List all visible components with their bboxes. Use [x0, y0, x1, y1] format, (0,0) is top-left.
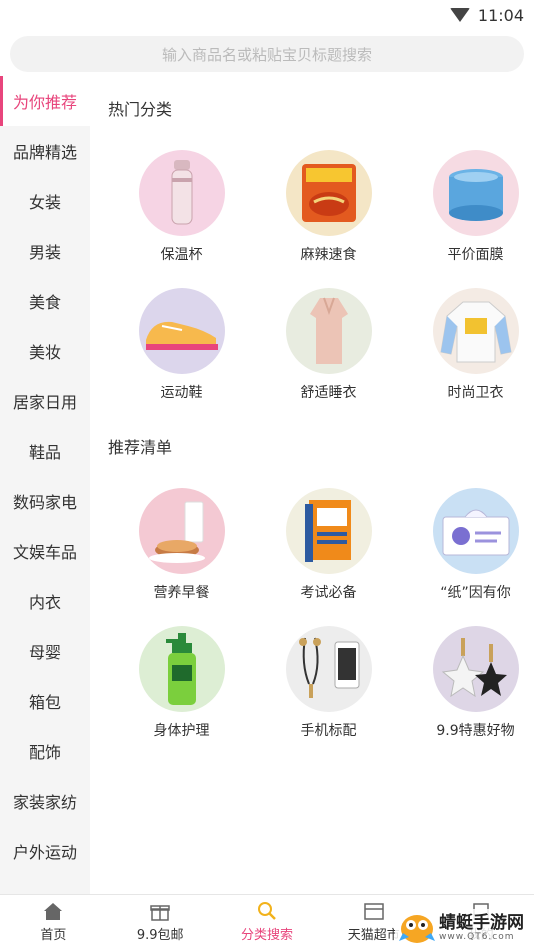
sidebar-item-label: 户外运动: [12, 843, 77, 862]
category-label: 保温杯: [160, 247, 203, 263]
search-bar: 输入商品名或粘贴宝贝标题搜索: [0, 30, 534, 78]
sidebar-item-label: 为你推荐: [12, 93, 77, 112]
sidebar-item-label: 母婴: [28, 643, 61, 662]
sidebar-item-recommend[interactable]: 为你推荐: [0, 76, 90, 126]
search-icon: [257, 902, 276, 920]
recommend-label: 9.9特惠好物: [436, 723, 515, 739]
category-item-sneakers[interactable]: 运动鞋: [108, 288, 255, 426]
sidebar-item-label: 居家日用: [12, 393, 77, 412]
category-item-hoodie[interactable]: 时尚卫衣: [402, 288, 534, 426]
sidebar-item-label: 鞋品: [28, 443, 61, 462]
sidebar-item-furnishing[interactable]: 家装家纺: [0, 776, 90, 826]
sidebar-item-label: 美妆: [28, 343, 61, 362]
sidebar-item-underwear[interactable]: 内衣: [0, 576, 90, 626]
sidebar-item-label: 家装家纺: [12, 793, 77, 812]
sidebar-item-women[interactable]: 女装: [0, 176, 90, 226]
home-icon: [44, 903, 63, 920]
sidebar-item-home[interactable]: 居家日用: [0, 376, 90, 426]
sidebar-item-entertainment[interactable]: 文娱车品: [0, 526, 90, 576]
search-input[interactable]: 输入商品名或粘贴宝贝标题搜索: [10, 36, 524, 72]
recommend-list-grid: 营养早餐 考试必备 “纸”因有你 身体护理 手机标配 9.9特惠好物: [108, 488, 534, 764]
sidebar-item-label: 文娱车品: [12, 543, 77, 562]
category-item-pajamas[interactable]: 舒适睡衣: [255, 288, 402, 426]
watermark-url: www.QT6.com: [439, 932, 515, 942]
category-item-spicy-noodles[interactable]: 麻辣速食: [255, 150, 402, 288]
sidebar-item-label: 女装: [28, 193, 61, 212]
sidebar-item-label: 品牌精选: [12, 143, 77, 162]
exam-books-icon: [285, 488, 372, 574]
instant-noodles-icon: [285, 150, 372, 236]
recommend-item-phone-accessories[interactable]: 手机标配: [255, 626, 402, 764]
recommend-label: 营养早餐: [153, 585, 210, 601]
tissue-box-icon: [432, 488, 519, 574]
tab-label: 分类搜索: [240, 928, 293, 943]
breakfast-milk-icon: [138, 488, 225, 574]
sidebar-item-label: 男装: [28, 243, 61, 262]
sidebar-item-label: 内衣: [28, 593, 61, 612]
sidebar-item-outdoor[interactable]: 户外运动: [0, 826, 90, 876]
watermark-title: 蜻蜓手游网: [439, 913, 524, 933]
sidebar-item-digital[interactable]: 数码家电: [0, 476, 90, 526]
recommend-item-tissue[interactable]: “纸”因有你: [402, 488, 534, 626]
tab-label: 首页: [40, 928, 67, 943]
status-time: 11:04: [477, 5, 524, 25]
sidebar-item-beauty[interactable]: 美妆: [0, 326, 90, 376]
face-mask-jar-icon: [432, 150, 519, 236]
sidebar-item-men[interactable]: 男装: [0, 226, 90, 276]
star-earrings-icon: [432, 626, 519, 712]
pajamas-icon: [285, 288, 372, 374]
sneaker-icon: [138, 288, 225, 374]
category-item-thermos[interactable]: 保温杯: [108, 150, 255, 288]
wifi-icon: [449, 8, 470, 22]
category-label: 运动鞋: [160, 385, 203, 401]
recommend-label: 身体护理: [153, 723, 210, 739]
sidebar-item-label: 箱包: [28, 693, 61, 712]
category-label: 舒适睡衣: [300, 385, 357, 401]
recommend-item-breakfast[interactable]: 营养早餐: [108, 488, 255, 626]
category-sidebar: 为你推荐 品牌精选 女装 男装 美食 美妆 居家日用 鞋品 数码家电 文娱车品 …: [0, 76, 90, 894]
category-label: 时尚卫衣: [447, 385, 504, 401]
sidebar-item-baby[interactable]: 母婴: [0, 626, 90, 676]
recommend-label: 考试必备: [300, 585, 357, 601]
tab-home[interactable]: 首页: [0, 895, 107, 949]
recommend-label: 手机标配: [300, 723, 357, 739]
sidebar-item-label: 美食: [28, 293, 61, 312]
sidebar-item-brands[interactable]: 品牌精选: [0, 126, 90, 176]
supermarket-icon: [364, 903, 384, 920]
tab-label: 9.9包邮: [136, 928, 184, 943]
watermark-logo: 蜻蜓手游网 www.QT6.com: [395, 909, 528, 947]
status-bar: 11:04: [0, 0, 534, 30]
recommend-item-deals[interactable]: 9.9特惠好物: [402, 626, 534, 764]
thermos-bottle-icon: [138, 150, 225, 236]
sidebar-item-shoes[interactable]: 鞋品: [0, 426, 90, 476]
category-label: 麻辣速食: [300, 247, 357, 263]
sidebar-item-accessories[interactable]: 配饰: [0, 726, 90, 776]
category-label: 平价面膜: [447, 247, 504, 263]
sidebar-item-food[interactable]: 美食: [0, 276, 90, 326]
recommend-label: “纸”因有你: [440, 585, 511, 601]
tab-label: 天猫超市: [347, 928, 400, 943]
tab-99-free-shipping[interactable]: 9.9包邮: [107, 895, 214, 949]
section-title-hot: 热门分类: [108, 100, 173, 119]
earphones-phone-icon: [285, 626, 372, 712]
tab-category-search[interactable]: 分类搜索: [214, 895, 321, 949]
body-lotion-icon: [138, 626, 225, 712]
dragonfly-logo-icon: [399, 915, 435, 943]
section-title-recommend: 推荐清单: [108, 438, 173, 457]
category-content: 热门分类 保温杯 麻辣速食 平价面膜 运动鞋 舒适睡衣 时尚卫衣 推荐清单 营养…: [90, 76, 534, 894]
search-placeholder: 输入商品名或粘贴宝贝标题搜索: [161, 45, 372, 64]
sidebar-item-label: 配饰: [28, 743, 61, 762]
hoodie-icon: [432, 288, 519, 374]
category-item-face-mask[interactable]: 平价面膜: [402, 150, 534, 288]
sidebar-item-label: 数码家电: [12, 493, 77, 512]
recommend-item-body-care[interactable]: 身体护理: [108, 626, 255, 764]
gift-icon: [150, 905, 170, 921]
recommend-item-exam[interactable]: 考试必备: [255, 488, 402, 626]
hot-categories-grid: 保温杯 麻辣速食 平价面膜 运动鞋 舒适睡衣 时尚卫衣: [108, 150, 534, 426]
sidebar-item-bags[interactable]: 箱包: [0, 676, 90, 726]
